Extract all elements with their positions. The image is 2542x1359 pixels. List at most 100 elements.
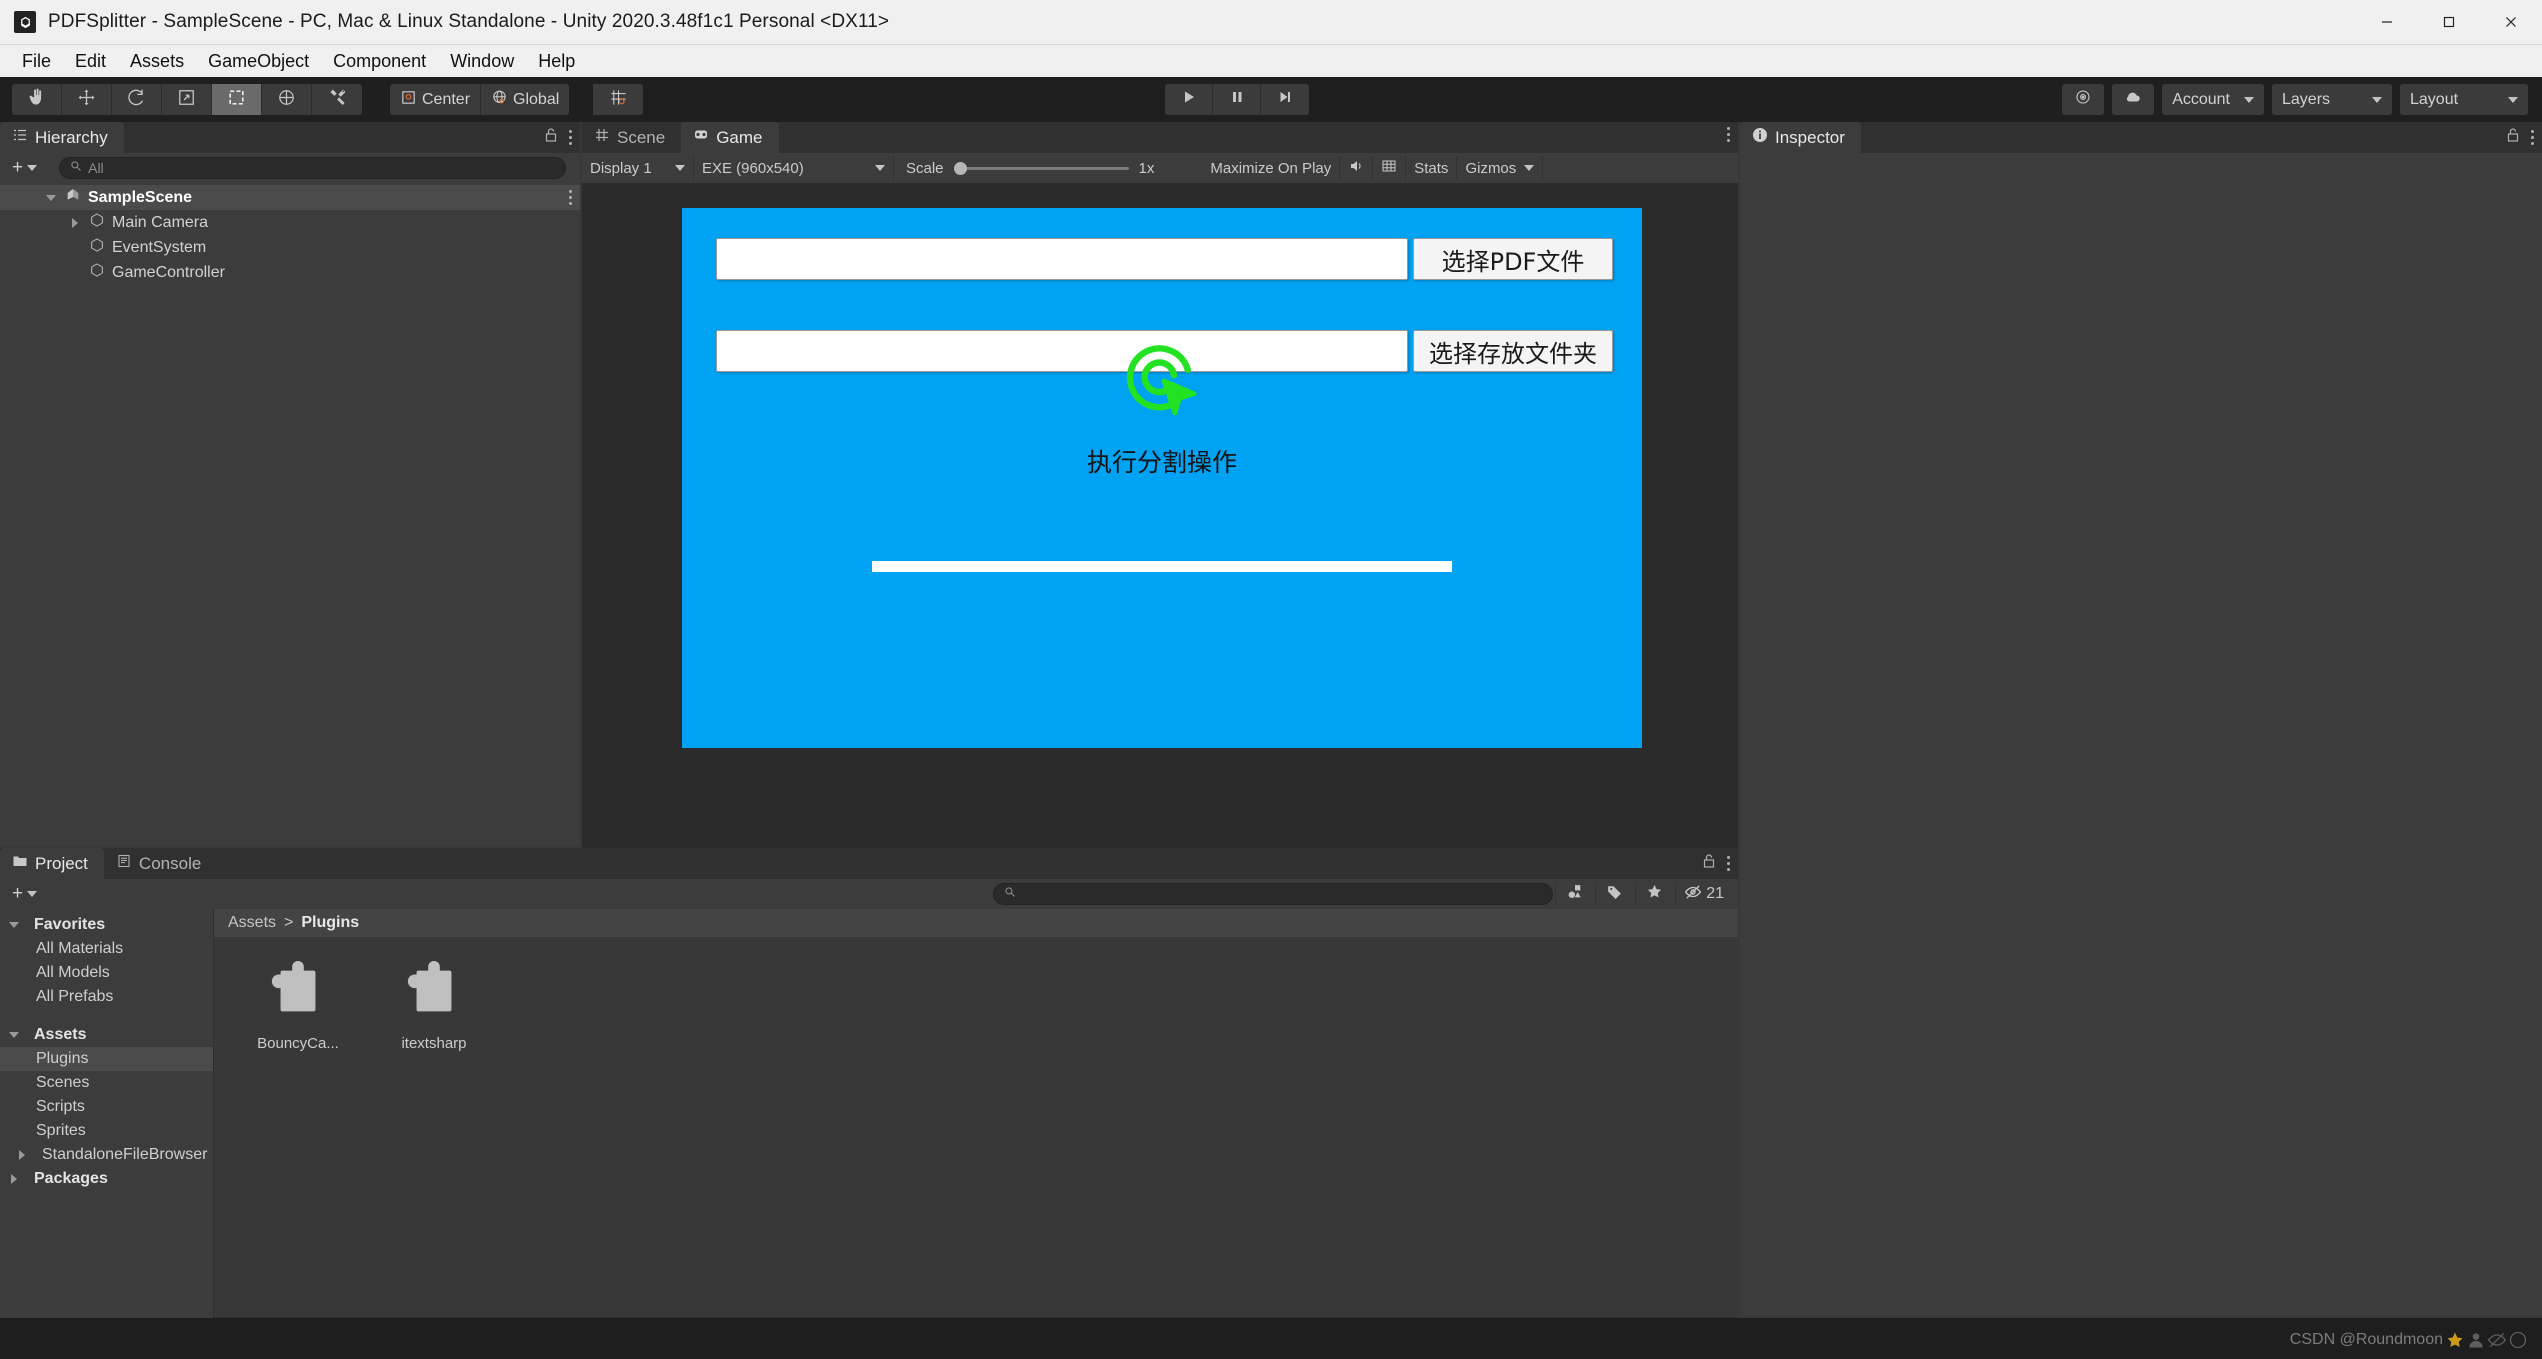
asset-item[interactable]: itextsharp xyxy=(378,959,490,1052)
info-icon xyxy=(1752,127,1768,148)
twisty-down-icon[interactable] xyxy=(6,1032,22,1038)
filter-by-label-button[interactable] xyxy=(1595,882,1633,906)
watermark-icons xyxy=(2445,1330,2528,1350)
account-dropdown[interactable]: Account xyxy=(2162,84,2264,115)
rotate-tool-button[interactable] xyxy=(112,84,162,115)
project-item-assets[interactable]: Assets xyxy=(0,1023,213,1053)
twisty-right-icon[interactable] xyxy=(68,217,82,228)
play-button[interactable] xyxy=(1165,84,1213,115)
scale-tool-button[interactable] xyxy=(162,84,212,115)
chevron-down-icon xyxy=(1524,165,1535,171)
hierarchy-search-input[interactable]: All xyxy=(59,157,566,179)
resolution-dropdown[interactable]: EXE (960x540) xyxy=(694,156,894,180)
lock-icon[interactable] xyxy=(1701,853,1717,874)
display-dropdown[interactable]: Display 1 xyxy=(582,156,694,180)
stats-button[interactable]: Stats xyxy=(1406,156,1458,180)
grid-snap-button[interactable] xyxy=(593,84,644,115)
mute-audio-button[interactable] xyxy=(1340,156,1374,180)
hierarchy-menu-button[interactable] xyxy=(569,130,572,145)
handle-mode-button[interactable]: Global xyxy=(481,84,570,115)
scale-icon xyxy=(177,88,196,112)
project-search-input[interactable] xyxy=(993,883,1554,905)
layers-dropdown[interactable]: Layers xyxy=(2272,84,2392,115)
layout-dropdown[interactable]: Layout xyxy=(2400,84,2528,115)
click-cursor-icon[interactable] xyxy=(1116,333,1208,425)
filter-favorites-button[interactable] xyxy=(1635,882,1673,906)
hierarchy-item-label: GameController xyxy=(112,263,225,281)
custom-tool-button[interactable] xyxy=(312,84,362,115)
lock-icon[interactable] xyxy=(2505,127,2521,148)
progress-bar xyxy=(872,561,1452,572)
select-folder-button[interactable]: 选择存放文件夹 xyxy=(1413,330,1613,372)
hierarchy-item-eventsystem[interactable]: EventSystem xyxy=(0,235,580,260)
hierarchy-add-button[interactable]: + xyxy=(8,157,41,179)
tab-scene[interactable]: Scene xyxy=(582,122,681,153)
rect-tool-button[interactable] xyxy=(212,84,262,115)
game-canvas[interactable]: 选择PDF文件 选择存放文件夹 执行分割操作 xyxy=(682,208,1642,748)
project-item-plugins[interactable]: Plugins xyxy=(0,1047,213,1076)
project-item-standalonefilebrowser[interactable]: StandaloneFileBrowser xyxy=(0,1143,213,1172)
gizmos-dropdown[interactable]: Gizmos xyxy=(1457,156,1544,180)
tab-hierarchy[interactable]: Hierarchy xyxy=(0,122,124,153)
project-item-sprites[interactable]: Sprites xyxy=(0,1119,213,1148)
tab-console[interactable]: Console xyxy=(104,848,217,879)
project-item-all-prefabs[interactable]: All Prefabs xyxy=(0,985,213,1015)
step-button[interactable] xyxy=(1261,84,1309,115)
twisty-down-icon[interactable] xyxy=(6,922,22,928)
scene-menu-button[interactable] xyxy=(569,190,572,205)
scale-slider-knob[interactable] xyxy=(953,161,967,175)
project-item-all-models[interactable]: All Models xyxy=(0,961,213,991)
hidden-packages-count[interactable]: 21 xyxy=(1675,882,1724,906)
menu-edit[interactable]: Edit xyxy=(63,47,118,76)
lock-icon[interactable] xyxy=(543,127,559,148)
menu-gameobject[interactable]: GameObject xyxy=(196,47,321,76)
menu-help[interactable]: Help xyxy=(526,47,587,76)
scale-slider[interactable]: Scale 1x xyxy=(894,160,1166,177)
gameview-menu-button[interactable] xyxy=(1727,127,1730,142)
hierarchy-tab-tools xyxy=(543,127,572,148)
hand-tool-button[interactable] xyxy=(12,84,62,115)
preferences-button[interactable] xyxy=(2062,84,2105,115)
move-tool-button[interactable] xyxy=(62,84,112,115)
minimize-button[interactable] xyxy=(2356,0,2418,45)
breadcrumb-plugins[interactable]: Plugins xyxy=(301,914,359,932)
menu-assets[interactable]: Assets xyxy=(118,47,196,76)
tab-game[interactable]: Game xyxy=(681,122,779,153)
inspector-menu-button[interactable] xyxy=(2531,130,2534,145)
select-pdf-button[interactable]: 选择PDF文件 xyxy=(1413,238,1613,280)
twisty-down-icon[interactable] xyxy=(44,194,58,201)
pdf-path-input[interactable] xyxy=(716,238,1408,280)
project-item-scripts[interactable]: Scripts xyxy=(0,1095,213,1124)
project-item-scenes[interactable]: Scenes xyxy=(0,1071,213,1100)
breadcrumb-assets[interactable]: Assets xyxy=(228,914,276,932)
maximize-on-play-button[interactable]: Maximize On Play xyxy=(1202,156,1341,180)
close-button[interactable] xyxy=(2480,0,2542,45)
tab-project[interactable]: Project xyxy=(0,848,104,879)
maximize-button[interactable] xyxy=(2418,0,2480,45)
hierarchy-item-main-camera[interactable]: Main Camera xyxy=(0,210,580,235)
pause-button[interactable] xyxy=(1213,84,1261,115)
twisty-right-icon[interactable] xyxy=(6,1174,22,1184)
project-item-packages[interactable]: Packages xyxy=(0,1167,213,1196)
filter-by-type-button[interactable] xyxy=(1555,882,1593,906)
project-add-button[interactable]: + xyxy=(8,883,41,905)
asset-item[interactable]: BouncyCa... xyxy=(242,959,354,1052)
output-path-input[interactable] xyxy=(716,330,1408,372)
project-item-favorites[interactable]: Favorites xyxy=(0,913,213,943)
tab-game-label: Game xyxy=(716,127,763,147)
menu-component[interactable]: Component xyxy=(321,47,438,76)
scale-slider-track[interactable] xyxy=(953,161,1129,175)
pivot-mode-button[interactable]: Center xyxy=(390,84,482,115)
grid-toggle-button[interactable] xyxy=(1373,156,1407,180)
project-menu-button[interactable] xyxy=(1727,856,1730,871)
menu-window[interactable]: Window xyxy=(438,47,526,76)
twisty-right-icon[interactable] xyxy=(14,1150,30,1160)
collab-button[interactable] xyxy=(2112,84,2155,115)
project-item-all-materials[interactable]: All Materials xyxy=(0,937,213,967)
hierarchy-item-gamecontroller[interactable]: GameController xyxy=(0,260,580,285)
tab-inspector[interactable]: Inspector xyxy=(1740,122,1861,153)
inspector-panel: Inspector xyxy=(1740,122,2542,1316)
menu-file[interactable]: File xyxy=(10,47,63,76)
transform-tool-button[interactable] xyxy=(262,84,312,115)
hierarchy-item-samplescene[interactable]: SampleScene xyxy=(0,185,580,210)
